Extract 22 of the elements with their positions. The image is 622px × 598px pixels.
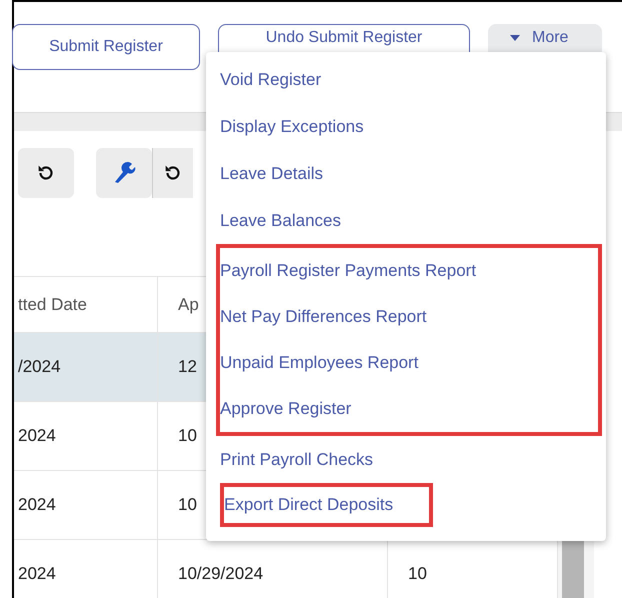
menu-item[interactable]: Print Payroll Checks [220,436,606,483]
table-cell: /2024 [18,357,61,377]
menu-item[interactable]: Approve Register [220,386,598,432]
wrench-icon [112,161,136,185]
menu-item[interactable]: Unpaid Employees Report [220,340,598,386]
table-cell: 10 [178,426,197,446]
table-cell: 10 [408,564,427,584]
menu-item[interactable]: Display Exceptions [220,103,606,150]
table-cell: 2024 [18,495,56,515]
table-cell: 2024 [18,564,56,584]
tool-button[interactable] [18,148,74,198]
table-cell: 10 [178,495,197,515]
menu-item[interactable]: Leave Details [220,150,606,197]
menu-item[interactable]: Leave Balances [220,197,606,244]
toolbar-button[interactable]: Submit Register [12,24,200,70]
tool-button[interactable] [152,148,193,198]
table-cell: 10/29/2024 [178,564,264,584]
menu-item[interactable]: Export Direct Deposits [224,487,394,523]
table-cell: 12 [178,357,197,377]
caret-icon [510,35,520,41]
table-cell: 2024 [18,426,56,446]
column-header: tted Date [14,277,158,332]
